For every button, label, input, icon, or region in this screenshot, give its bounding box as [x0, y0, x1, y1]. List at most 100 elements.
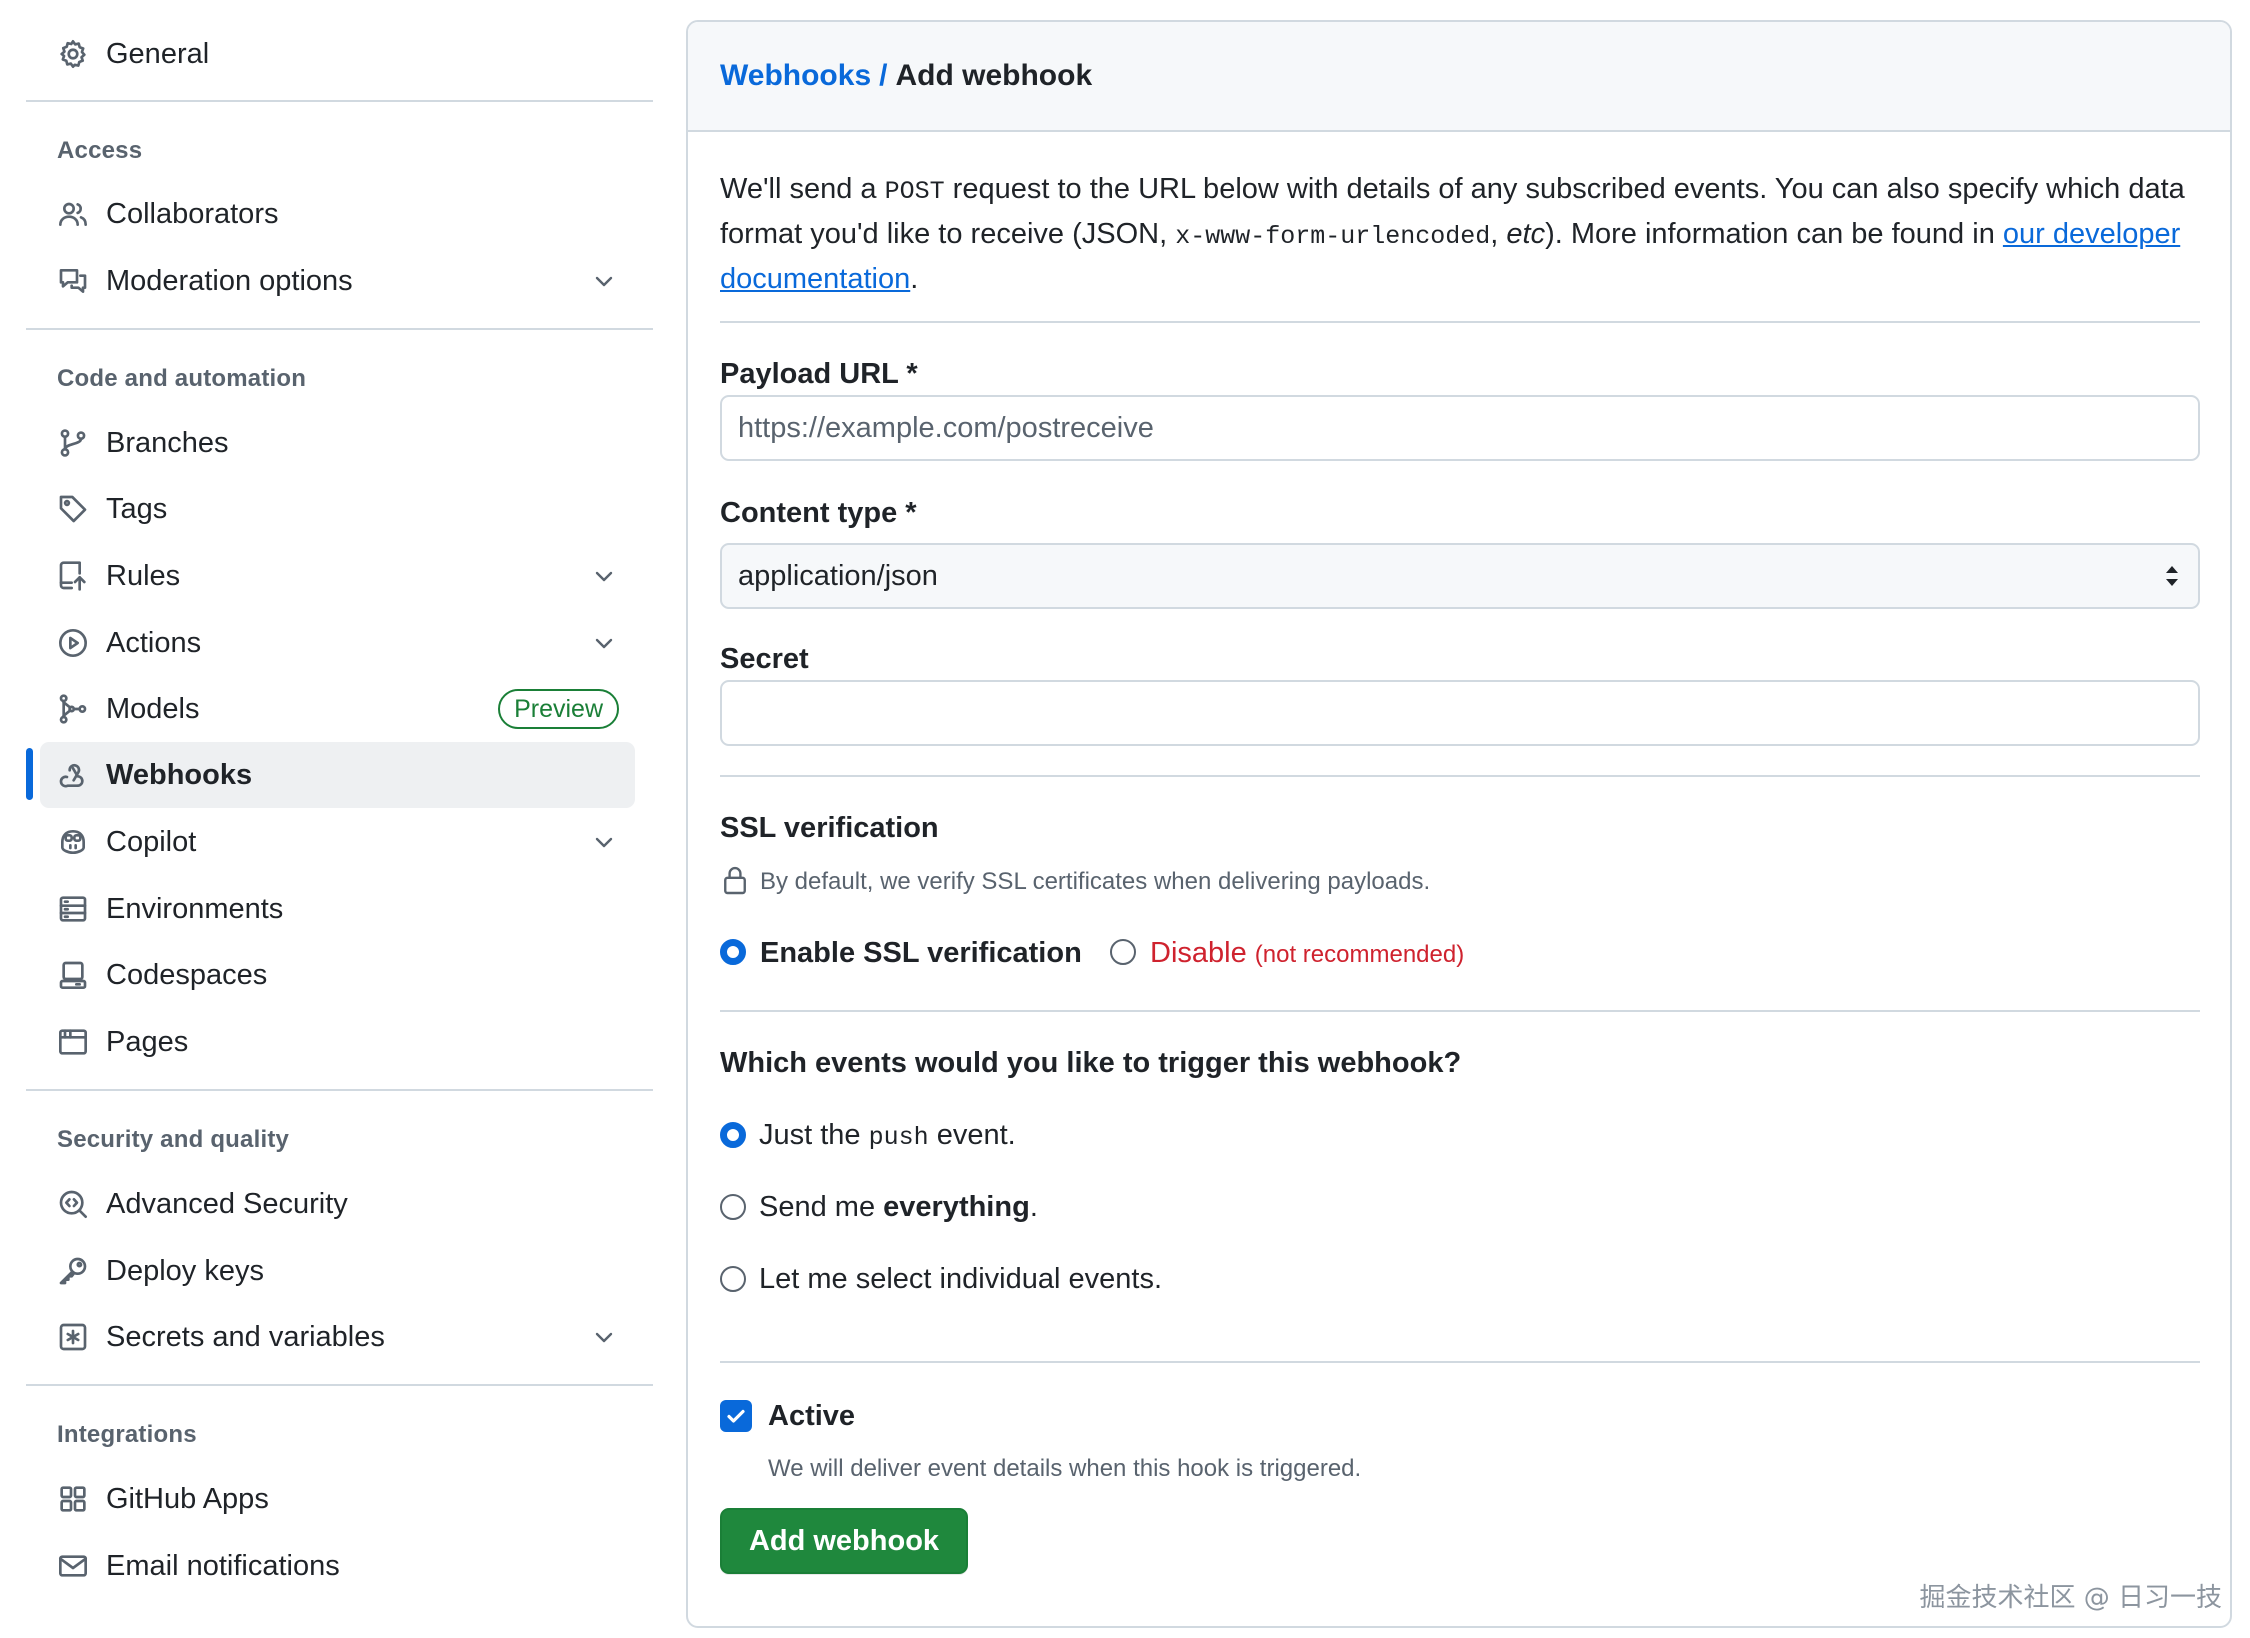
- sidebar-item-copilot[interactable]: Copilot: [40, 809, 635, 875]
- intro-code-post: POST: [884, 177, 945, 206]
- sidebar-item-actions[interactable]: Actions: [40, 610, 635, 676]
- sidebar-item-environments[interactable]: Environments: [40, 876, 635, 942]
- panel-header: Webhooks / Add webhook: [688, 22, 2230, 132]
- watermark-text: 掘金技术社区 @ 日习一技: [1919, 1583, 2222, 1613]
- page-title: Add webhook: [895, 59, 1093, 92]
- mail-icon: [56, 1549, 90, 1583]
- chevron-down-icon[interactable]: [589, 827, 619, 857]
- sidebar-section-security: Security and quality: [57, 1126, 290, 1153]
- codespaces-icon: [56, 958, 90, 992]
- active-indicator: [26, 748, 33, 800]
- event-label-part: Just the: [759, 1119, 869, 1151]
- content-type-label: Content type *: [720, 497, 917, 529]
- settings-page: General Access Collaborators Moderation …: [0, 0, 2250, 1638]
- secret-input[interactable]: [720, 680, 2200, 746]
- sidebar-item-deploy-keys[interactable]: Deploy keys: [40, 1238, 635, 1304]
- sidebar-item-label: Collaborators: [106, 197, 279, 230]
- sidebar-divider: [26, 1089, 653, 1091]
- secret-label: Secret: [720, 643, 809, 675]
- sidebar-item-webhooks[interactable]: Webhooks: [40, 742, 635, 808]
- sidebar-item-label: Copilot: [106, 825, 197, 858]
- event-label-part: event.: [928, 1119, 1016, 1151]
- intro-text: We'll send a POST request to the URL bel…: [720, 168, 2200, 300]
- comment-discussion-icon: [56, 264, 90, 298]
- sidebar-item-general[interactable]: General: [40, 21, 635, 87]
- sidebar-item-label: Tags: [106, 492, 168, 525]
- event-everything-label[interactable]: Send me everything.: [759, 1191, 1038, 1224]
- event-select-radio[interactable]: [720, 1266, 746, 1292]
- sidebar-item-label: General: [106, 37, 210, 70]
- sidebar-item-models[interactable]: Models Preview: [40, 676, 635, 742]
- sidebar-item-label: Email notifications: [106, 1549, 340, 1582]
- sidebar-item-label: Moderation options: [106, 264, 353, 297]
- event-select-label[interactable]: Let me select individual events.: [759, 1263, 1162, 1296]
- event-everything-bold: everything: [883, 1191, 1030, 1223]
- asterisk-icon: [56, 1320, 90, 1354]
- add-webhook-button[interactable]: Add webhook: [720, 1508, 968, 1574]
- sidebar-item-secrets[interactable]: Secrets and variables: [40, 1304, 635, 1370]
- ssl-disable-radio[interactable]: [1110, 939, 1136, 965]
- sidebar-item-rules[interactable]: Rules: [40, 543, 635, 609]
- add-webhook-panel: Webhooks / Add webhook We'll send a POST r…: [686, 20, 2232, 1628]
- preview-badge: Preview: [498, 689, 619, 729]
- ai-model-icon: [56, 692, 90, 726]
- section-divider: [720, 775, 2200, 777]
- chevron-down-icon[interactable]: [589, 628, 619, 658]
- sidebar-divider: [26, 100, 653, 102]
- tag-icon: [56, 492, 90, 526]
- sidebar-item-codespaces[interactable]: Codespaces: [40, 942, 635, 1008]
- sidebar-item-pages[interactable]: Pages: [40, 1009, 635, 1075]
- sidebar-item-label: Environments: [106, 892, 284, 925]
- event-everything-radio[interactable]: [720, 1194, 746, 1220]
- sidebar-item-github-apps[interactable]: GitHub Apps: [40, 1466, 635, 1532]
- ssl-enable-label[interactable]: Enable SSL verification: [760, 937, 1082, 970]
- play-circle-icon: [56, 626, 90, 660]
- sidebar-item-advanced-security[interactable]: Advanced Security: [40, 1171, 635, 1237]
- sidebar-section-code: Code and automation: [57, 365, 307, 392]
- ssl-enable-radio[interactable]: [720, 939, 746, 965]
- sidebar-section-access: Access: [57, 137, 143, 164]
- breadcrumb-webhooks-link[interactable]: Webhooks: [720, 59, 871, 92]
- event-push-label[interactable]: Just the push event.: [759, 1119, 1016, 1152]
- check-icon: [727, 1409, 745, 1423]
- sidebar-item-label: Codespaces: [106, 958, 268, 991]
- event-push-radio[interactable]: [720, 1122, 746, 1148]
- sidebar-item-tags[interactable]: Tags: [40, 476, 635, 542]
- sidebar-item-label: Webhooks: [106, 758, 253, 791]
- chevron-down-icon[interactable]: [589, 561, 619, 591]
- intro-text-part: ,: [1490, 218, 1507, 250]
- active-label[interactable]: Active: [768, 1400, 855, 1433]
- content-type-select[interactable]: application/json: [720, 543, 2200, 609]
- active-note: We will deliver event details when this …: [768, 1455, 1362, 1482]
- browser-icon: [56, 1025, 90, 1059]
- chevron-down-icon[interactable]: [589, 1322, 619, 1352]
- events-section-title: Which events would you like to trigger t…: [720, 1047, 1462, 1079]
- event-push-code: push: [868, 1123, 929, 1152]
- event-label-part: Send me: [759, 1191, 884, 1223]
- gear-icon: [56, 37, 90, 71]
- sidebar-divider: [26, 328, 653, 330]
- sidebar-item-label: Deploy keys: [106, 1254, 264, 1287]
- lock-icon: [724, 866, 746, 895]
- intro-text-part: ). More information can be found in: [1545, 218, 2003, 250]
- sidebar-item-label: Actions: [106, 626, 202, 659]
- active-checkbox[interactable]: [720, 1400, 752, 1432]
- sidebar-item-collaborators[interactable]: Collaborators: [40, 181, 635, 247]
- sidebar-divider: [26, 1384, 653, 1386]
- sidebar-item-moderation[interactable]: Moderation options: [40, 248, 635, 314]
- intro-text-em: etc: [1506, 218, 1546, 250]
- sidebar-item-branches[interactable]: Branches: [40, 410, 635, 476]
- ssl-section-title: SSL verification: [720, 812, 939, 844]
- event-label-part: .: [1029, 1191, 1038, 1223]
- sidebar-item-label: Branches: [106, 426, 229, 459]
- ssl-note: By default, we verify SSL certificates w…: [760, 868, 1431, 895]
- payload-url-input[interactable]: [720, 395, 2200, 461]
- sidebar-item-label: Secrets and variables: [106, 1320, 385, 1353]
- payload-url-label: Payload URL *: [720, 358, 918, 390]
- chevron-down-icon[interactable]: [589, 266, 619, 296]
- apps-icon: [56, 1482, 90, 1516]
- sidebar-item-label: Advanced Security: [106, 1187, 348, 1220]
- section-divider: [720, 1361, 2200, 1363]
- ssl-disable-label[interactable]: Disable (not recommended): [1150, 937, 1464, 970]
- sidebar-item-email-notifications[interactable]: Email notifications: [40, 1533, 635, 1599]
